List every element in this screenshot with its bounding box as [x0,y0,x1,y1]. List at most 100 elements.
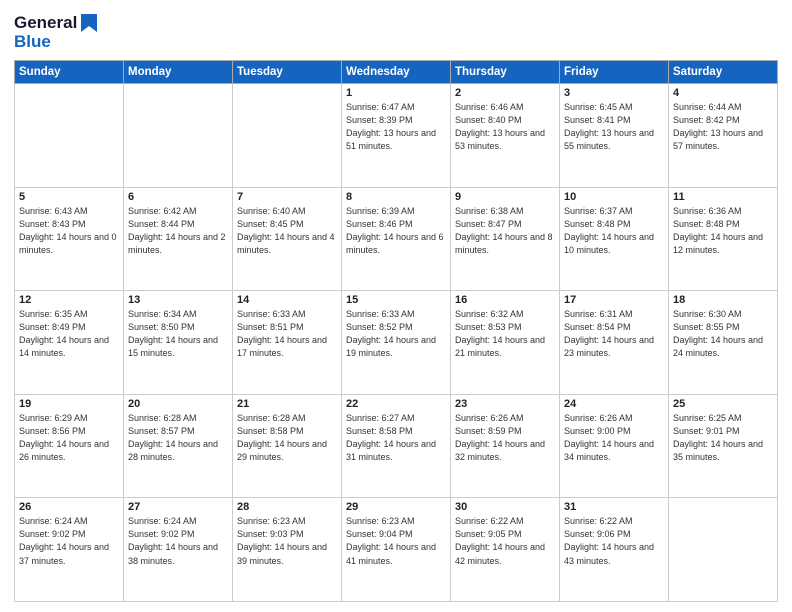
calendar-cell: 8 Sunrise: 6:39 AM Sunset: 8:46 PM Daylig… [342,187,451,291]
calendar-cell: 19Sunrise: 6:29 AM Sunset: 8:56 PM Dayli… [15,394,124,498]
day-number: 24 [564,398,664,410]
calendar-cell: 7 Sunrise: 6:40 AM Sunset: 8:45 PM Daylig… [233,187,342,291]
logo-general-text: General [14,13,77,33]
day-info: Sunrise: 6:42 AM Sunset: 8:44 PM Dayligh… [128,205,228,257]
logo-flag-icon [79,12,97,34]
day-number: 2 [455,87,555,99]
calendar-cell: 9 Sunrise: 6:38 AM Sunset: 8:47 PM Daylig… [451,187,560,291]
day-number: 23 [455,398,555,410]
calendar-cell: 3 Sunrise: 6:45 AM Sunset: 8:41 PM Daylig… [560,84,669,188]
calendar-week-row: 5Sunrise: 6:43 AM Sunset: 8:43 PM Daylig… [15,187,778,291]
day-info: Sunrise: 6:27 AM Sunset: 8:58 PM Dayligh… [346,412,446,464]
day-number: 8 [346,191,446,203]
page: General Blue SundayMondayTuesdayWednesda… [0,0,792,612]
day-info: Sunrise: 6:33 AM Sunset: 8:51 PM Dayligh… [237,308,337,360]
day-info: Sunrise: 6:47 AM Sunset: 8:39 PM Dayligh… [346,101,446,153]
calendar-cell: 29Sunrise: 6:23 AM Sunset: 9:04 PM Dayli… [342,498,451,602]
day-number: 26 [19,501,119,513]
day-number: 25 [673,398,773,410]
day-info: Sunrise: 6:23 AM Sunset: 9:04 PM Dayligh… [346,515,446,567]
day-number: 9 [455,191,555,203]
calendar-header-monday: Monday [124,61,233,84]
calendar-cell: 12Sunrise: 6:35 AM Sunset: 8:49 PM Dayli… [15,291,124,395]
day-info: Sunrise: 6:24 AM Sunset: 9:02 PM Dayligh… [19,515,119,567]
day-number: 30 [455,501,555,513]
day-info: Sunrise: 6:26 AM Sunset: 8:59 PM Dayligh… [455,412,555,464]
calendar-cell: 18 Sunrise: 6:30 AM Sunset: 8:55 PM Dayli… [669,291,778,395]
calendar-week-row: 26 Sunrise: 6:24 AM Sunset: 9:02 PM Dayli… [15,498,778,602]
day-number: 6 [128,191,228,203]
day-number: 22 [346,398,446,410]
day-info: Sunrise: 6:39 AM Sunset: 8:46 PM Dayligh… [346,205,446,257]
day-info: Sunrise: 6:28 AM Sunset: 8:57 PM Dayligh… [128,412,228,464]
calendar-header-thursday: Thursday [451,61,560,84]
calendar-table: SundayMondayTuesdayWednesdayThursdayFrid… [14,60,778,602]
day-number: 20 [128,398,228,410]
calendar-cell: 25 Sunrise: 6:25 AM Sunset: 9:01 PM Dayli… [669,394,778,498]
day-number: 3 [564,87,664,99]
calendar-cell: 16 Sunrise: 6:32 AM Sunset: 8:53 PM Dayli… [451,291,560,395]
calendar-cell: 6 Sunrise: 6:42 AM Sunset: 8:44 PM Daylig… [124,187,233,291]
day-info: Sunrise: 6:30 AM Sunset: 8:55 PM Dayligh… [673,308,773,360]
day-number: 10 [564,191,664,203]
logo-blue-text: Blue [14,32,97,52]
day-number: 18 [673,294,773,306]
day-number: 11 [673,191,773,203]
calendar-header-wednesday: Wednesday [342,61,451,84]
day-number: 14 [237,294,337,306]
calendar-cell: 30 Sunrise: 6:22 AM Sunset: 9:05 PM Dayli… [451,498,560,602]
calendar-header-tuesday: Tuesday [233,61,342,84]
day-info: Sunrise: 6:26 AM Sunset: 9:00 PM Dayligh… [564,412,664,464]
calendar-cell: 10 Sunrise: 6:37 AM Sunset: 8:48 PM Dayli… [560,187,669,291]
calendar-cell: 31 Sunrise: 6:22 AM Sunset: 9:06 PM Dayli… [560,498,669,602]
calendar-cell: 4Sunrise: 6:44 AM Sunset: 8:42 PM Daylig… [669,84,778,188]
calendar-cell: 27 Sunrise: 6:24 AM Sunset: 9:02 PM Dayli… [124,498,233,602]
day-info: Sunrise: 6:32 AM Sunset: 8:53 PM Dayligh… [455,308,555,360]
day-number: 13 [128,294,228,306]
calendar-cell: 1 Sunrise: 6:47 AM Sunset: 8:39 PM Daylig… [342,84,451,188]
calendar-week-row: 19Sunrise: 6:29 AM Sunset: 8:56 PM Dayli… [15,394,778,498]
day-info: Sunrise: 6:28 AM Sunset: 8:58 PM Dayligh… [237,412,337,464]
calendar-cell [233,84,342,188]
calendar-header-row: SundayMondayTuesdayWednesdayThursdayFrid… [15,61,778,84]
day-info: Sunrise: 6:23 AM Sunset: 9:03 PM Dayligh… [237,515,337,567]
calendar-cell: 17Sunrise: 6:31 AM Sunset: 8:54 PM Dayli… [560,291,669,395]
day-info: Sunrise: 6:22 AM Sunset: 9:06 PM Dayligh… [564,515,664,567]
calendar-cell: 26 Sunrise: 6:24 AM Sunset: 9:02 PM Dayli… [15,498,124,602]
calendar-cell [669,498,778,602]
day-info: Sunrise: 6:46 AM Sunset: 8:40 PM Dayligh… [455,101,555,153]
day-info: Sunrise: 6:40 AM Sunset: 8:45 PM Dayligh… [237,205,337,257]
day-info: Sunrise: 6:25 AM Sunset: 9:01 PM Dayligh… [673,412,773,464]
day-info: Sunrise: 6:45 AM Sunset: 8:41 PM Dayligh… [564,101,664,153]
day-number: 16 [455,294,555,306]
day-number: 7 [237,191,337,203]
calendar-cell: 21 Sunrise: 6:28 AM Sunset: 8:58 PM Dayli… [233,394,342,498]
calendar-cell: 5Sunrise: 6:43 AM Sunset: 8:43 PM Daylig… [15,187,124,291]
day-info: Sunrise: 6:22 AM Sunset: 9:05 PM Dayligh… [455,515,555,567]
day-number: 15 [346,294,446,306]
day-info: Sunrise: 6:31 AM Sunset: 8:54 PM Dayligh… [564,308,664,360]
day-info: Sunrise: 6:43 AM Sunset: 8:43 PM Dayligh… [19,205,119,257]
day-info: Sunrise: 6:33 AM Sunset: 8:52 PM Dayligh… [346,308,446,360]
day-info: Sunrise: 6:24 AM Sunset: 9:02 PM Dayligh… [128,515,228,567]
calendar-cell: 22 Sunrise: 6:27 AM Sunset: 8:58 PM Dayli… [342,394,451,498]
calendar-header-saturday: Saturday [669,61,778,84]
calendar-cell: 24 Sunrise: 6:26 AM Sunset: 9:00 PM Dayli… [560,394,669,498]
calendar-week-row: 12Sunrise: 6:35 AM Sunset: 8:49 PM Dayli… [15,291,778,395]
calendar-cell: 2 Sunrise: 6:46 AM Sunset: 8:40 PM Daylig… [451,84,560,188]
day-number: 31 [564,501,664,513]
day-info: Sunrise: 6:38 AM Sunset: 8:47 PM Dayligh… [455,205,555,257]
calendar-cell: 15 Sunrise: 6:33 AM Sunset: 8:52 PM Dayli… [342,291,451,395]
day-number: 27 [128,501,228,513]
calendar-cell: 11 Sunrise: 6:36 AM Sunset: 8:48 PM Dayli… [669,187,778,291]
day-number: 28 [237,501,337,513]
calendar-header-sunday: Sunday [15,61,124,84]
calendar-cell: 13Sunrise: 6:34 AM Sunset: 8:50 PM Dayli… [124,291,233,395]
day-info: Sunrise: 6:37 AM Sunset: 8:48 PM Dayligh… [564,205,664,257]
day-number: 12 [19,294,119,306]
day-number: 21 [237,398,337,410]
day-number: 1 [346,87,446,99]
day-number: 4 [673,87,773,99]
calendar-header-friday: Friday [560,61,669,84]
day-info: Sunrise: 6:36 AM Sunset: 8:48 PM Dayligh… [673,205,773,257]
